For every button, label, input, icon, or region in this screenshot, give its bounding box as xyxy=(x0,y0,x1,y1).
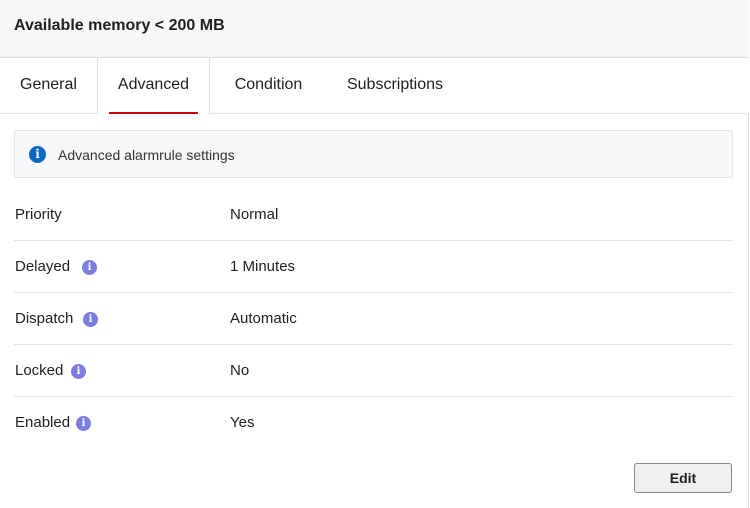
setting-value: Yes xyxy=(230,414,255,431)
setting-label: Priority xyxy=(15,206,62,223)
active-tab-indicator xyxy=(109,112,198,114)
tab-general[interactable]: General xyxy=(0,58,97,114)
setting-label: Delayed xyxy=(15,258,71,275)
setting-row-delayed: Delayed i 1 Minutes xyxy=(14,241,733,293)
tab-condition[interactable]: Condition xyxy=(210,58,327,114)
tab-advanced[interactable]: Advanced xyxy=(97,58,210,115)
setting-row-enabled: Enabled i Yes xyxy=(14,397,733,449)
info-icon[interactable]: i xyxy=(82,260,97,275)
info-icon[interactable]: i xyxy=(76,416,91,431)
edit-button[interactable]: Edit xyxy=(634,463,732,493)
settings-list: Priority Normal Delayed i 1 Minutes Disp… xyxy=(14,189,733,449)
tab-label: Condition xyxy=(234,76,303,93)
tab-label: Advanced xyxy=(117,76,190,93)
banner-text: Advanced alarmrule settings xyxy=(58,147,235,163)
setting-row-locked: Locked i No xyxy=(14,345,733,397)
setting-row-priority: Priority Normal xyxy=(14,189,733,241)
setting-value: No xyxy=(230,362,250,379)
panel-header: Available memory < 200 MB xyxy=(0,0,749,58)
setting-value: Normal xyxy=(230,206,279,223)
setting-row-dispatch: Dispatch i Automatic xyxy=(14,293,733,345)
tab-bar: General Advanced Condition Subscriptions xyxy=(0,58,749,115)
info-banner: i Advanced alarmrule settings xyxy=(14,130,733,178)
setting-label: Locked xyxy=(15,362,64,379)
info-icon: i xyxy=(29,146,46,163)
tab-label: General xyxy=(20,76,77,93)
alarm-rule-panel: Available memory < 200 MB General Advanc… xyxy=(0,0,749,508)
setting-value: Automatic xyxy=(230,310,297,327)
setting-value: 1 Minutes xyxy=(230,258,296,275)
page-title: Available memory < 200 MB xyxy=(14,17,225,34)
info-icon[interactable]: i xyxy=(83,312,98,327)
tab-subscriptions[interactable]: Subscriptions xyxy=(327,58,463,114)
setting-label: Enabled xyxy=(15,414,71,431)
info-icon[interactable]: i xyxy=(71,364,86,379)
tab-label: Subscriptions xyxy=(346,76,444,93)
setting-label: Dispatch xyxy=(15,310,74,327)
